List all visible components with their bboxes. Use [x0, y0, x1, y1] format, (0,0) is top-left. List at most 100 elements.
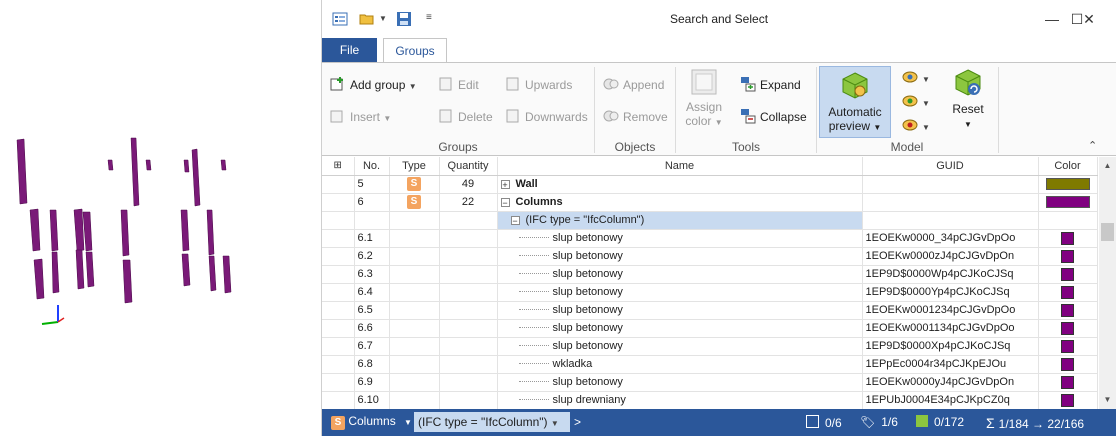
cell-color[interactable]: [1038, 247, 1098, 266]
table-row[interactable]: 6.7 slup betonowy 1EP9D$0000Xp4pCJKoCJSq: [322, 337, 1098, 356]
object-color-swatch[interactable]: [1061, 303, 1074, 317]
tab-file[interactable]: File: [322, 38, 377, 63]
chevron-down-icon: ▼: [873, 123, 882, 132]
cell-color[interactable]: [1038, 193, 1098, 212]
row-selector[interactable]: [322, 193, 355, 212]
filter-condition[interactable]: − (IFC type = "IfcColumn"): [497, 211, 863, 230]
table-row[interactable]: 5 S 49 + Wall: [322, 175, 1098, 194]
cell-type: [389, 247, 440, 266]
expand-icon[interactable]: +: [500, 180, 510, 190]
table-row[interactable]: 6.2 slup betonowy 1EOEKw0000zJ4pCJGvDpOn: [322, 247, 1098, 266]
table-row[interactable]: 6.6 slup betonowy 1EOEKw0001134pCJGvDpOo: [322, 319, 1098, 338]
current-group[interactable]: S Columns: [331, 414, 396, 430]
cell-color[interactable]: [1038, 175, 1098, 194]
insert-button[interactable]: Insert ▼: [330, 108, 391, 126]
edit-button[interactable]: Edit: [438, 76, 479, 94]
cell-color[interactable]: [1038, 373, 1098, 392]
object-color-swatch[interactable]: [1061, 375, 1074, 389]
cell-color[interactable]: [1038, 319, 1098, 338]
breadcrumb-arrow[interactable]: >: [574, 415, 581, 429]
cell-color[interactable]: [1038, 283, 1098, 302]
collapse-icon[interactable]: −: [510, 216, 520, 226]
column-header-type[interactable]: Type: [389, 157, 440, 176]
column-shape: [208, 255, 217, 292]
table-row[interactable]: 6.3 slup betonowy 1EP9D$0000Wp4pCJKoCJSq: [322, 265, 1098, 284]
column-chooser-button[interactable]: ⊞: [322, 157, 355, 176]
insert-icon: [330, 110, 343, 123]
object-color-swatch[interactable]: [1061, 285, 1074, 299]
assign-color-button[interactable]: Assign color ▼: [680, 67, 728, 137]
expand-button[interactable]: Expand: [740, 76, 801, 94]
add-group-button[interactable]: Add group ▼: [330, 76, 417, 94]
column-header-guid[interactable]: GUID: [862, 157, 1039, 176]
remove-icon: [603, 110, 619, 122]
object-color-swatch[interactable]: [1061, 267, 1074, 281]
object-color-swatch[interactable]: [1061, 321, 1074, 335]
cell-color[interactable]: [1038, 337, 1098, 356]
cell-color[interactable]: [1038, 391, 1098, 409]
column-header-quantity[interactable]: Quantity: [439, 157, 498, 176]
collapse-ribbon-icon[interactable]: ⌃: [1088, 139, 1097, 152]
scroll-down-icon[interactable]: ▼: [1099, 395, 1116, 404]
close-button[interactable]: ✕: [1074, 8, 1104, 30]
column-header-no[interactable]: No.: [354, 157, 390, 176]
model-viewport[interactable]: [0, 0, 320, 436]
table-row[interactable]: 6.5 slup betonowy 1EOEKw0001234pCJGvDpOo: [322, 301, 1098, 320]
row-selector[interactable]: [322, 391, 355, 409]
object-color-swatch[interactable]: [1061, 393, 1074, 407]
scrollbar-thumb[interactable]: [1101, 223, 1114, 241]
visibility-eye-button[interactable]: ▼: [902, 69, 930, 87]
filter-row[interactable]: − (IFC type = "IfcColumn"): [322, 211, 1098, 230]
row-selector[interactable]: [322, 229, 355, 248]
tab-groups[interactable]: Groups: [383, 38, 447, 63]
highlight-eye-button[interactable]: ▼: [902, 93, 930, 111]
downwards-button[interactable]: Downwards: [505, 108, 588, 126]
table-row[interactable]: 6 S 22 − Columns: [322, 193, 1098, 212]
row-selector[interactable]: [322, 175, 355, 194]
cell-color[interactable]: [1038, 265, 1098, 284]
column-shape: [120, 209, 130, 257]
row-selector[interactable]: [322, 319, 355, 338]
automatic-preview-button[interactable]: Automatic preview ▼: [819, 66, 891, 138]
row-selector[interactable]: [322, 247, 355, 266]
cell-color[interactable]: [1038, 229, 1098, 248]
collapse-button[interactable]: Collapse: [740, 108, 807, 126]
table-row[interactable]: 6.1 slup betonowy 1EOEKw0000_34pCJGvDpOo: [322, 229, 1098, 248]
column-header-name[interactable]: Name: [497, 157, 863, 176]
group-color-swatch[interactable]: [1045, 196, 1090, 209]
object-color-swatch[interactable]: [1061, 249, 1074, 263]
remove-button[interactable]: Remove: [603, 108, 668, 126]
object-color-swatch[interactable]: [1061, 339, 1074, 353]
row-selector[interactable]: [322, 265, 355, 284]
cell-quantity: [439, 229, 498, 248]
current-filter[interactable]: (IFC type = "IfcColumn") ▼: [414, 412, 570, 432]
object-color-swatch[interactable]: [1061, 357, 1074, 371]
scroll-up-icon[interactable]: ▲: [1099, 161, 1116, 170]
table-row[interactable]: 6.10 slup drewniany 1EPUbJ0004E34pCJKpCZ0q: [322, 391, 1098, 409]
cell-color[interactable]: [1038, 301, 1098, 320]
cell-no: 6.9: [354, 373, 390, 392]
color-eye-button[interactable]: ▼: [902, 117, 930, 135]
row-selector[interactable]: [322, 355, 355, 374]
group-color-swatch[interactable]: [1045, 178, 1090, 191]
reset-button[interactable]: Reset ▼: [946, 67, 990, 137]
row-selector[interactable]: [322, 373, 355, 392]
cell-color[interactable]: [1038, 355, 1098, 374]
row-selector[interactable]: [322, 211, 355, 230]
row-selector[interactable]: [322, 283, 355, 302]
row-selector[interactable]: [322, 337, 355, 356]
append-button[interactable]: Append: [603, 76, 664, 94]
column-header-color[interactable]: Color: [1038, 157, 1098, 176]
vertical-scrollbar[interactable]: ▲ ▼: [1099, 157, 1116, 409]
row-selector[interactable]: [322, 301, 355, 320]
object-color-swatch[interactable]: [1061, 231, 1074, 245]
chevron-down-icon[interactable]: ▼: [404, 418, 412, 427]
table-row[interactable]: 6.4 slup betonowy 1EP9D$0000Yp4pCJKoCJSq: [322, 283, 1098, 302]
upwards-button[interactable]: Upwards: [505, 76, 572, 94]
table-row[interactable]: 6.9 slup betonowy 1EOEKw0000yJ4pCJGvDpOn: [322, 373, 1098, 392]
table-row[interactable]: 6.8 wkladka 1EPpEc0004r34pCJKpEJOu: [322, 355, 1098, 374]
append-icon: [603, 78, 619, 90]
cell-guid: 1EP9D$0000Yp4pCJKoCJSq: [862, 283, 1039, 302]
collapse-icon[interactable]: −: [500, 198, 510, 208]
delete-button[interactable]: Delete: [438, 108, 493, 126]
